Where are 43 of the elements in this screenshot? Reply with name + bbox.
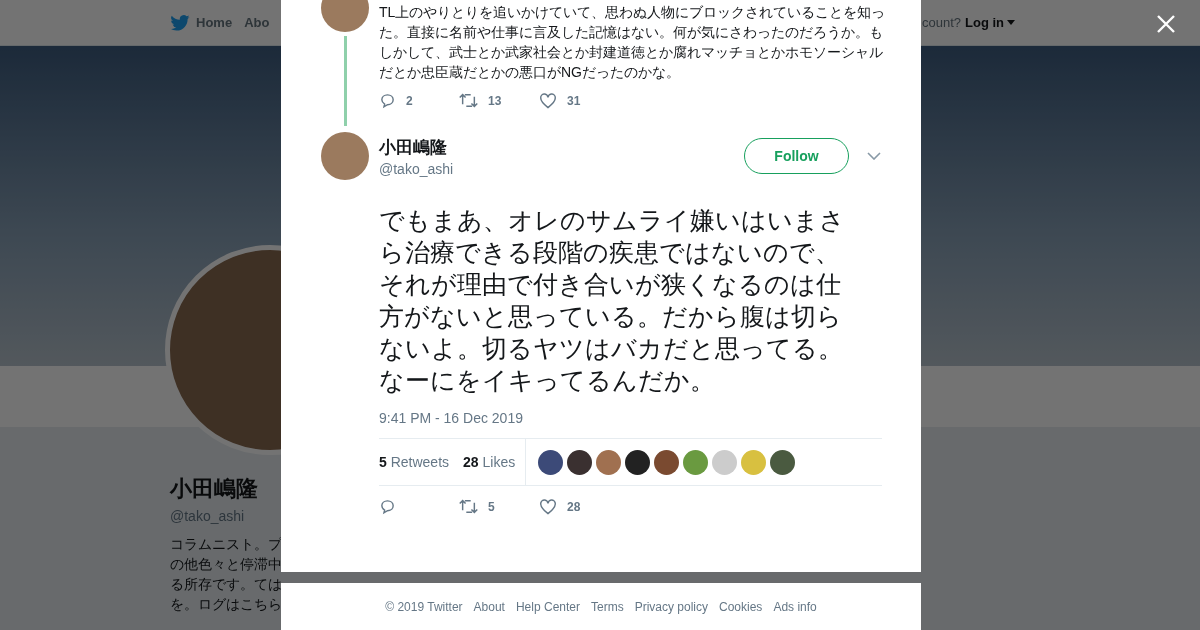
like-count: 28	[567, 499, 581, 514]
footer-link[interactable]: Cookies	[719, 599, 763, 614]
close-icon[interactable]	[1157, 15, 1175, 33]
retweet-icon[interactable]	[459, 92, 478, 109]
liker-avatar[interactable]	[538, 449, 564, 475]
tweet-text: でもまあ、オレのサムライ嫌いはいまさら治療できる段階の疾患ではないので、それが理由で付き合いが狭くなるのは仕方がないと思っている。だから腹は切らないよ。切るヤツはバカだと思ってる。なーにをイキってるんだか。	[379, 205, 846, 396]
reply-icon[interactable]	[379, 92, 396, 109]
nav-link[interactable]: Abo	[244, 15, 270, 30]
user-name[interactable]: 小田嶋隆	[379, 135, 744, 159]
profile-bio: コラムニスト。プ の他色々と停滞中 る所存です。ては を。ログはこちら	[170, 535, 282, 614]
user-handle[interactable]: @tako_ashi	[379, 160, 744, 177]
footer-link[interactable]: Privacy policy	[634, 599, 708, 614]
liker-avatar[interactable]	[654, 449, 680, 475]
heart-icon[interactable]	[539, 498, 557, 515]
account-prompt: count?	[921, 15, 961, 30]
chevron-icon[interactable]	[867, 152, 881, 160]
footer-link[interactable]: About	[473, 599, 505, 614]
footer-link[interactable]: Ads info	[773, 599, 817, 614]
liker-avatar[interactable]	[567, 449, 593, 475]
login-link[interactable]: Log in	[965, 15, 1015, 30]
liker-avatar[interactable]	[770, 449, 796, 475]
retweet-icon[interactable]	[459, 498, 478, 515]
retweets-stat[interactable]: 5 Retweets	[379, 454, 450, 470]
profile-name: 小田嶋隆	[170, 475, 258, 503]
footer-link[interactable]: Terms	[591, 599, 624, 614]
retweet-count: 5	[488, 499, 495, 514]
likes-stat[interactable]: 28 Likes	[463, 454, 516, 470]
caret-icon	[1007, 20, 1015, 25]
nav-link[interactable]: Home	[170, 14, 233, 31]
reply-icon[interactable]	[379, 498, 396, 515]
retweet-count: 13	[488, 93, 502, 108]
profile-handle: @tako_ashi	[170, 508, 245, 524]
user-avatar[interactable]	[321, 132, 369, 180]
like-count: 31	[567, 93, 581, 108]
liker-avatar[interactable]	[625, 449, 651, 475]
follow-button[interactable]: Follow	[744, 138, 849, 174]
footer-link[interactable]: Help Center	[515, 599, 580, 614]
copyright-text: © 2019 Twitter	[385, 599, 463, 614]
tweet-timestamp[interactable]: 9:41 PM - 16 Dec 2019	[379, 410, 881, 426]
heart-icon[interactable]	[539, 92, 557, 109]
reply-count: 2	[406, 93, 413, 108]
tweet-text: TL上のやりとりを追いかけていて、思わぬ人物にブロックされていることを知った。直接に名前や仕事に言及した記憶はない。何が気にさわったのだろうか。もしかして、武士とか武家社会とか封建道徳とか腐れマッチョとかホモソーシャルだとか忠臣蔵だとかの悪口がNGだったのかな。	[379, 3, 887, 82]
bird-icon	[170, 14, 190, 31]
